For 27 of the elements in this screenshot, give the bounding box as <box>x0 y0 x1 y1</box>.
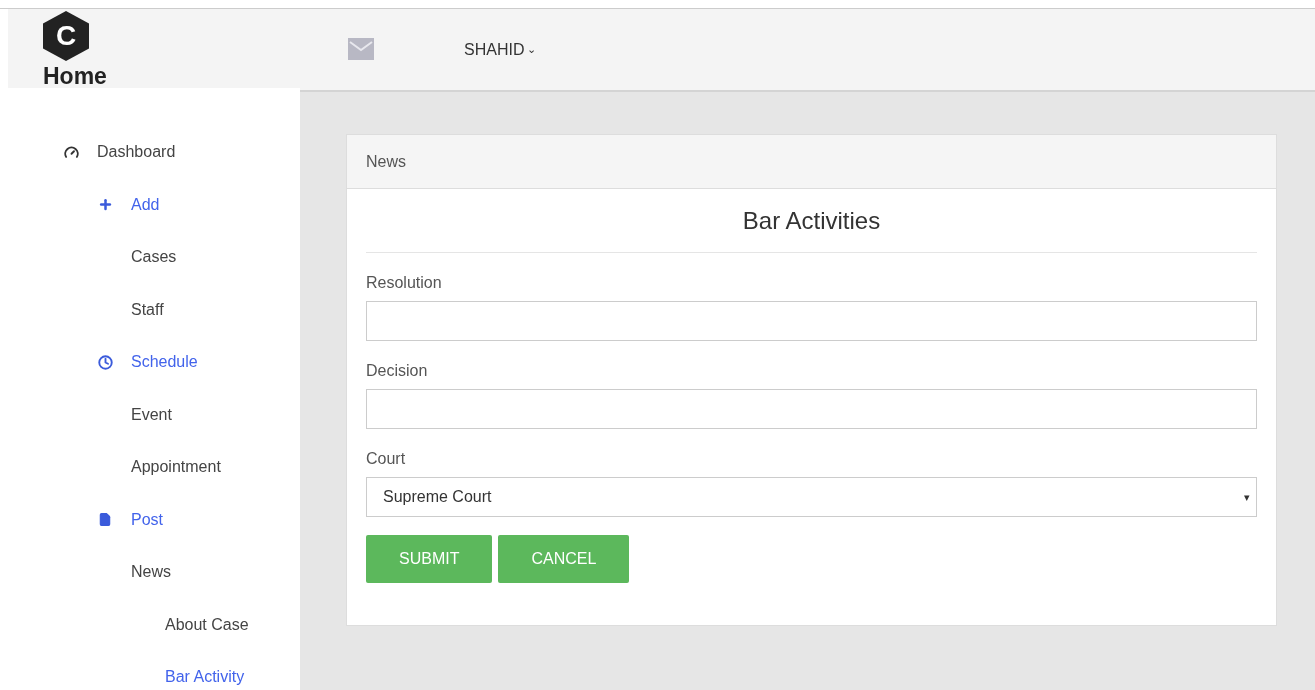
nav-link[interactable]: Event <box>131 402 172 427</box>
nav-link[interactable]: Staff <box>131 297 164 322</box>
clock-icon <box>98 354 113 370</box>
nav-link[interactable]: Post <box>131 507 163 532</box>
logo-icon: C <box>43 11 89 61</box>
field-label: Court <box>366 449 406 469</box>
nav-link[interactable]: Appointment <box>131 455 221 480</box>
court-select[interactable]: Supreme Court ▾ <box>366 477 1257 517</box>
panel-heading: News <box>366 151 406 172</box>
user-menu[interactable]: SHAHID ⌄ <box>464 37 537 62</box>
nav-link[interactable]: News <box>131 560 171 585</box>
nav-link[interactable]: Add <box>131 192 160 217</box>
form-title: Bar Activities <box>742 205 881 236</box>
nav-link[interactable]: About Case <box>165 612 249 637</box>
nav-link[interactable]: Bar Activity <box>165 665 245 690</box>
mail-icon[interactable] <box>348 37 374 60</box>
gauge-icon <box>64 144 79 160</box>
file-icon <box>98 512 112 528</box>
text-field[interactable] <box>366 301 1257 341</box>
plus-icon <box>98 197 113 213</box>
nav-link[interactable]: Dashboard <box>97 140 176 165</box>
field-label: Decision <box>366 361 428 381</box>
field-label: Resolution <box>366 273 442 293</box>
text-field[interactable] <box>366 389 1257 429</box>
brand-title: Home <box>43 65 108 88</box>
nav-link[interactable]: Schedule <box>131 350 198 375</box>
nav-link[interactable]: Cases <box>131 245 177 270</box>
